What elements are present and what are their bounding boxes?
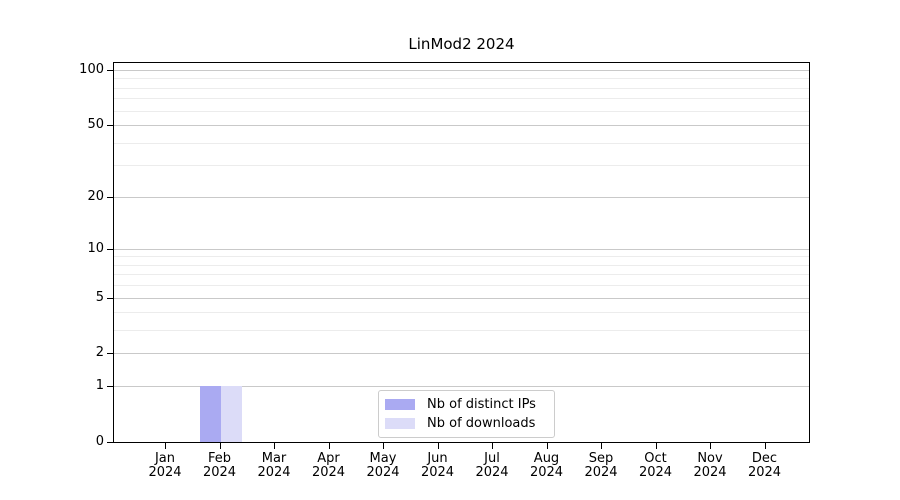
y-gridline-minor: [114, 87, 809, 89]
y-gridline-minor: [114, 142, 809, 144]
y-gridline-major: [114, 125, 809, 127]
y-tick: [107, 125, 113, 127]
x-tick: [165, 443, 166, 449]
y-gridline-minor: [114, 312, 809, 314]
x-tick-label: Dec 2024: [725, 452, 805, 480]
y-tick-label: 100: [79, 61, 104, 77]
y-gridline-major: [114, 69, 809, 71]
y-tick: [107, 297, 113, 299]
y-gridline-minor: [114, 110, 809, 112]
y-tick-label: 0: [95, 434, 104, 449]
x-tick: [437, 443, 439, 449]
x-tick: [601, 443, 602, 449]
x-tick: [274, 443, 275, 449]
y-gridline-minor: [114, 98, 809, 100]
x-tick: [546, 443, 548, 449]
y-tick-label: 50: [87, 117, 104, 133]
y-tick-label: 1: [95, 378, 104, 394]
y-tick-label: 10: [87, 240, 104, 256]
x-tick: [764, 443, 766, 449]
bar-distinct-ips: [199, 386, 221, 442]
y-gridline-major: [114, 353, 809, 355]
y-tick: [107, 442, 113, 443]
legend-item-downloads: Nb of downloads: [385, 416, 546, 432]
y-gridline-major: [114, 196, 809, 198]
figure: LinMod2 2024 Nb of distinct IPs Nb of do…: [0, 0, 900, 500]
y-gridline-minor: [114, 285, 809, 287]
y-gridline-minor: [114, 274, 809, 276]
x-tick: [710, 443, 711, 449]
y-gridline-minor: [114, 264, 809, 266]
legend-item-distinct-ips: Nb of distinct IPs: [385, 397, 546, 413]
y-tick: [107, 353, 113, 355]
y-gridline-minor: [114, 256, 809, 258]
y-tick-label: 5: [95, 289, 104, 305]
y-gridline-major: [114, 248, 809, 250]
x-tick-month: Dec: [751, 451, 778, 466]
y-gridline-minor: [114, 330, 809, 332]
y-gridline-minor: [114, 165, 809, 167]
legend-swatch-distinct-ips: [385, 399, 415, 410]
legend-label-downloads: Nb of downloads: [427, 415, 536, 431]
y-gridline-major: [114, 297, 809, 299]
y-tick: [107, 248, 113, 250]
legend-swatch-downloads: [385, 418, 415, 429]
y-tick-label: 20: [87, 188, 104, 204]
y-tick: [107, 196, 113, 198]
x-tick: [655, 443, 657, 449]
x-tick: [383, 443, 384, 449]
x-tick: [328, 443, 330, 449]
legend: Nb of distinct IPs Nb of downloads: [378, 390, 555, 438]
y-tick-label: 2: [95, 345, 104, 361]
y-tick: [107, 69, 113, 71]
x-tick-year: 2024: [747, 465, 782, 480]
plot-area: [113, 62, 810, 443]
bar-downloads: [220, 386, 242, 442]
y-gridline-minor: [114, 78, 809, 80]
chart-title: LinMod2 2024: [408, 35, 515, 53]
legend-label-distinct-ips: Nb of distinct IPs: [427, 396, 536, 412]
x-tick: [492, 443, 493, 449]
x-tick: [219, 443, 221, 449]
y-tick: [107, 386, 113, 388]
